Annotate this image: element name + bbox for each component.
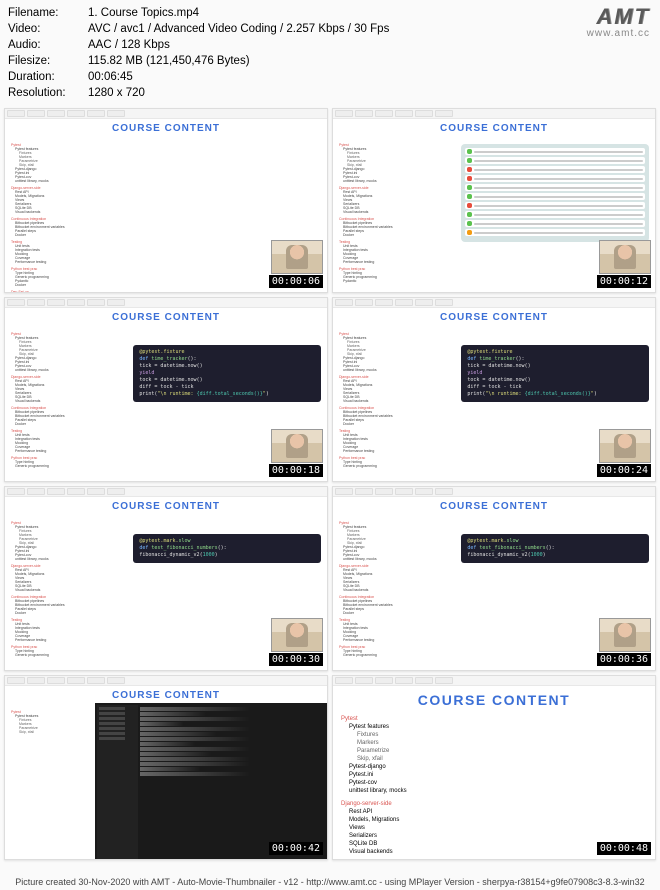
toolbar bbox=[333, 109, 655, 119]
webcam-pip bbox=[599, 618, 651, 652]
thumbnail-2: COURSE CONTENT PytestPytest featuresFixt… bbox=[332, 108, 656, 293]
toolbar bbox=[333, 298, 655, 308]
thumbnail-grid: COURSE CONTENT Pytest Pytest featuresFix… bbox=[0, 104, 660, 864]
slide-title: COURSE CONTENT bbox=[5, 497, 327, 514]
slide-title: COURSE CONTENT bbox=[333, 497, 655, 514]
outline-text: PytestPytest featuresFixturesMarkersPara… bbox=[333, 514, 455, 671]
ide-window bbox=[95, 703, 327, 860]
outline-text: PytestPytest featuresFixturesMarkersPara… bbox=[5, 325, 127, 482]
code-mark: @pytest.mark.slow def test_fibonacci_num… bbox=[133, 534, 321, 563]
slide-title: COURSE CONTENT bbox=[5, 308, 327, 325]
amt-logo: AMT bbox=[596, 4, 650, 30]
toolbar bbox=[333, 676, 655, 686]
outline-large: COURSE CONTENT Pytest Pytest featuresFix… bbox=[333, 686, 655, 859]
thumbnail-5: COURSE CONTENT PytestPytest featuresFixt… bbox=[4, 486, 328, 671]
thumbnail-8: COURSE CONTENT Pytest Pytest featuresFix… bbox=[332, 675, 656, 860]
label-filesize: Filesize: bbox=[8, 54, 88, 68]
value-audio: AAC / 128 Kbps bbox=[88, 38, 652, 52]
value-video: AVC / avc1 / Advanced Video Coding / 2.2… bbox=[88, 22, 652, 36]
thumbnail-7: COURSE CONTENT PytestPytest featuresFixt… bbox=[4, 675, 328, 860]
outline-text: Pytest Pytest featuresFixturesMarkersPar… bbox=[5, 136, 127, 293]
toolbar bbox=[333, 487, 655, 497]
timestamp: 00:00:18 bbox=[269, 464, 323, 477]
value-resolution: 1280 x 720 bbox=[88, 86, 652, 100]
footer-text: Picture created 30-Nov-2020 with AMT - A… bbox=[0, 874, 660, 890]
toolbar bbox=[5, 109, 327, 119]
metadata-header: Filename:1. Course Topics.mp4 Video:AVC … bbox=[0, 0, 660, 104]
outline-text: PytestPytest featuresFixturesMarkersPara… bbox=[333, 136, 455, 293]
label-filename: Filename: bbox=[8, 6, 88, 20]
timestamp: 00:00:48 bbox=[597, 842, 651, 855]
thumbnail-4: COURSE CONTENT PytestPytest featuresFixt… bbox=[332, 297, 656, 482]
results-panel bbox=[461, 144, 649, 242]
code-mark: @pytest.mark.slow def test_fibonacci_num… bbox=[461, 534, 649, 563]
thumbnail-1: COURSE CONTENT Pytest Pytest featuresFix… bbox=[4, 108, 328, 293]
value-filesize: 115.82 MB (121,450,476 Bytes) bbox=[88, 54, 652, 68]
toolbar bbox=[5, 676, 327, 686]
timestamp: 00:00:24 bbox=[597, 464, 651, 477]
webcam-pip bbox=[271, 240, 323, 274]
thumbnail-3: COURSE CONTENT PytestPytest featuresFixt… bbox=[4, 297, 328, 482]
slide-title: COURSE CONTENT bbox=[5, 686, 327, 703]
thumbnail-6: COURSE CONTENT PytestPytest featuresFixt… bbox=[332, 486, 656, 671]
slide-title: COURSE CONTENT bbox=[5, 119, 327, 136]
outline-text: PytestPytest featuresFixturesMarkersPara… bbox=[5, 703, 95, 860]
webcam-pip bbox=[599, 429, 651, 463]
label-video: Video: bbox=[8, 22, 88, 36]
timestamp: 00:00:12 bbox=[597, 275, 651, 288]
timestamp: 00:00:36 bbox=[597, 653, 651, 666]
outline-text: PytestPytest featuresFixturesMarkersPara… bbox=[333, 325, 455, 482]
webcam-pip bbox=[599, 240, 651, 274]
value-filename: 1. Course Topics.mp4 bbox=[88, 6, 652, 20]
timestamp: 00:00:06 bbox=[269, 275, 323, 288]
slide-title: COURSE CONTENT bbox=[333, 119, 655, 136]
code-fixture: @pytest.fixture def time_tracker(): tick… bbox=[461, 345, 649, 402]
label-duration: Duration: bbox=[8, 70, 88, 84]
outline-text: PytestPytest featuresFixturesMarkersPara… bbox=[5, 514, 127, 671]
label-resolution: Resolution: bbox=[8, 86, 88, 100]
slide-title: COURSE CONTENT bbox=[333, 308, 655, 325]
toolbar bbox=[5, 487, 327, 497]
amt-url: www.amt.cc bbox=[587, 28, 650, 39]
toolbar bbox=[5, 298, 327, 308]
timestamp: 00:00:30 bbox=[269, 653, 323, 666]
webcam-pip bbox=[271, 618, 323, 652]
code-fixture: @pytest.fixture def time_tracker(): tick… bbox=[133, 345, 321, 402]
label-audio: Audio: bbox=[8, 38, 88, 52]
timestamp: 00:00:42 bbox=[269, 842, 323, 855]
webcam-pip bbox=[271, 429, 323, 463]
value-duration: 00:06:45 bbox=[88, 70, 652, 84]
